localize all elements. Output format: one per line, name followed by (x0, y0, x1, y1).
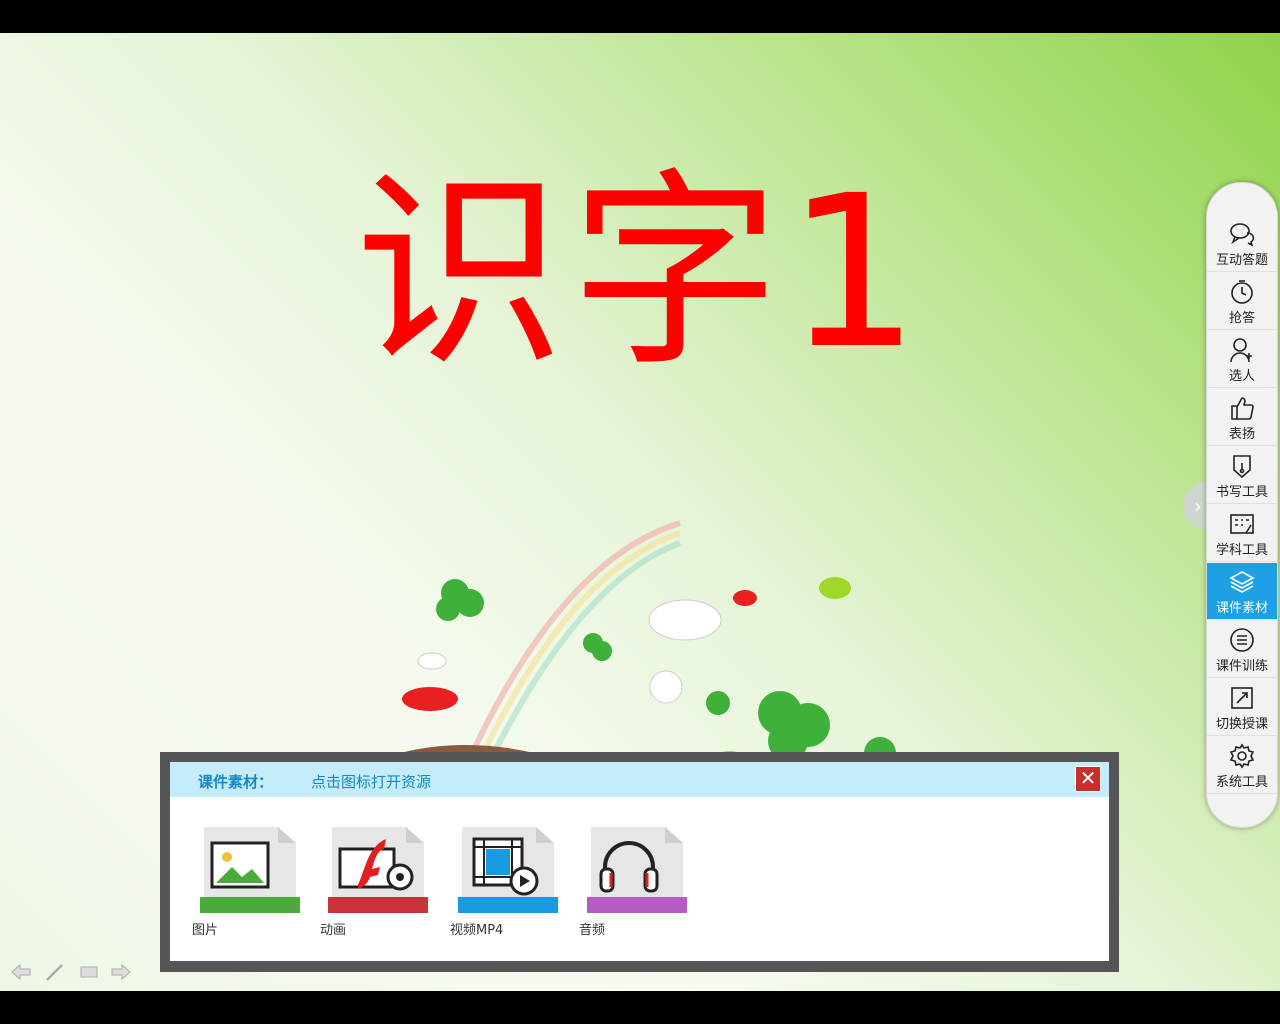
sidebar-item-quick-answer[interactable]: 抢答 (1207, 273, 1277, 330)
sidebar-item-label: 课件训练 (1215, 659, 1268, 674)
gear-icon (1229, 743, 1255, 769)
sidebar-item-praise[interactable]: 表扬 (1207, 389, 1277, 446)
sidebar-item-label: 系统工具 (1215, 775, 1268, 790)
layers-icon (1229, 571, 1255, 593)
thumbs-up-icon (1231, 397, 1254, 420)
panel-title: 课件素材： (198, 773, 274, 791)
arrow-right-icon[interactable] (110, 962, 132, 982)
resource-image[interactable]: 图片 (192, 827, 300, 938)
sidebar-item-label: 表扬 (1228, 427, 1255, 442)
sidebar-item-interactive-quiz[interactable]: 互动答题 (1207, 215, 1277, 272)
headphones-icon (587, 827, 687, 913)
sidebar-item-label: 切换授课 (1215, 717, 1268, 732)
panel-body: 课件素材： 点击图标打开资源 ✕ 图片 动画 视频MP4 音频 (170, 762, 1109, 961)
panel-header: 课件素材： 点击图标打开资源 ✕ (170, 762, 1109, 797)
sidebar-item-writing-tools[interactable]: 书写工具 (1207, 447, 1277, 504)
pen-nib-icon (1233, 455, 1251, 479)
panel-hint: 点击图标打开资源 (311, 773, 432, 791)
courseware-materials-panel: 课件素材： 点击图标打开资源 ✕ 图片 动画 视频MP4 音频 (160, 752, 1119, 972)
arrow-left-icon[interactable] (10, 962, 32, 982)
sidebar-item-label: 选人 (1228, 369, 1255, 384)
menu-icon[interactable] (78, 962, 100, 982)
sidebar-item-label: 书写工具 (1215, 485, 1268, 500)
switch-icon (1231, 687, 1253, 709)
sidebar-item-label: 学科工具 (1215, 543, 1268, 558)
list-icon (1230, 628, 1254, 652)
sidebar-item-switch-teaching[interactable]: 切换授课 (1207, 679, 1277, 736)
chat-bubbles-icon (1230, 223, 1255, 247)
resource-audio[interactable]: 音频 (579, 827, 687, 938)
close-button[interactable]: ✕ (1075, 766, 1101, 792)
sidebar-item-label: 抢答 (1228, 311, 1255, 326)
slide-title: 识字1 (354, 150, 926, 395)
sidebar-item-courseware-materials[interactable]: 课件素材 (1207, 563, 1277, 620)
image-icon (200, 827, 300, 913)
stopwatch-icon (1231, 280, 1253, 304)
sidebar-item-subject-tools[interactable]: 学科工具 (1207, 505, 1277, 562)
sidebar-item-label: 互动答题 (1215, 253, 1268, 268)
video-icon (458, 827, 558, 913)
sidebar-item-system-tools[interactable]: 系统工具 (1207, 737, 1277, 794)
sidebar-item-label: 课件素材 (1215, 601, 1268, 616)
resource-video-mp4[interactable]: 视频MP4 (450, 827, 558, 938)
pen-icon[interactable] (44, 962, 66, 982)
sidebar-item-pick-person[interactable]: 选人 (1207, 331, 1277, 388)
resource-label: 视频MP4 (450, 923, 504, 938)
right-toolbar: 互动答题 抢答 选人 表扬 书写工具 学科工具 课件素材 课件训练 切换授课 系… (1206, 182, 1278, 828)
flash-icon (328, 827, 428, 913)
sidebar-item-courseware-training[interactable]: 课件训练 (1207, 621, 1277, 678)
toolbox-icon (1230, 514, 1254, 534)
resource-label: 图片 (192, 923, 219, 938)
resource-label: 音频 (579, 923, 606, 938)
resource-label: 动画 (320, 923, 347, 938)
resource-animation[interactable]: 动画 (320, 827, 428, 938)
add-person-icon (1230, 338, 1252, 363)
